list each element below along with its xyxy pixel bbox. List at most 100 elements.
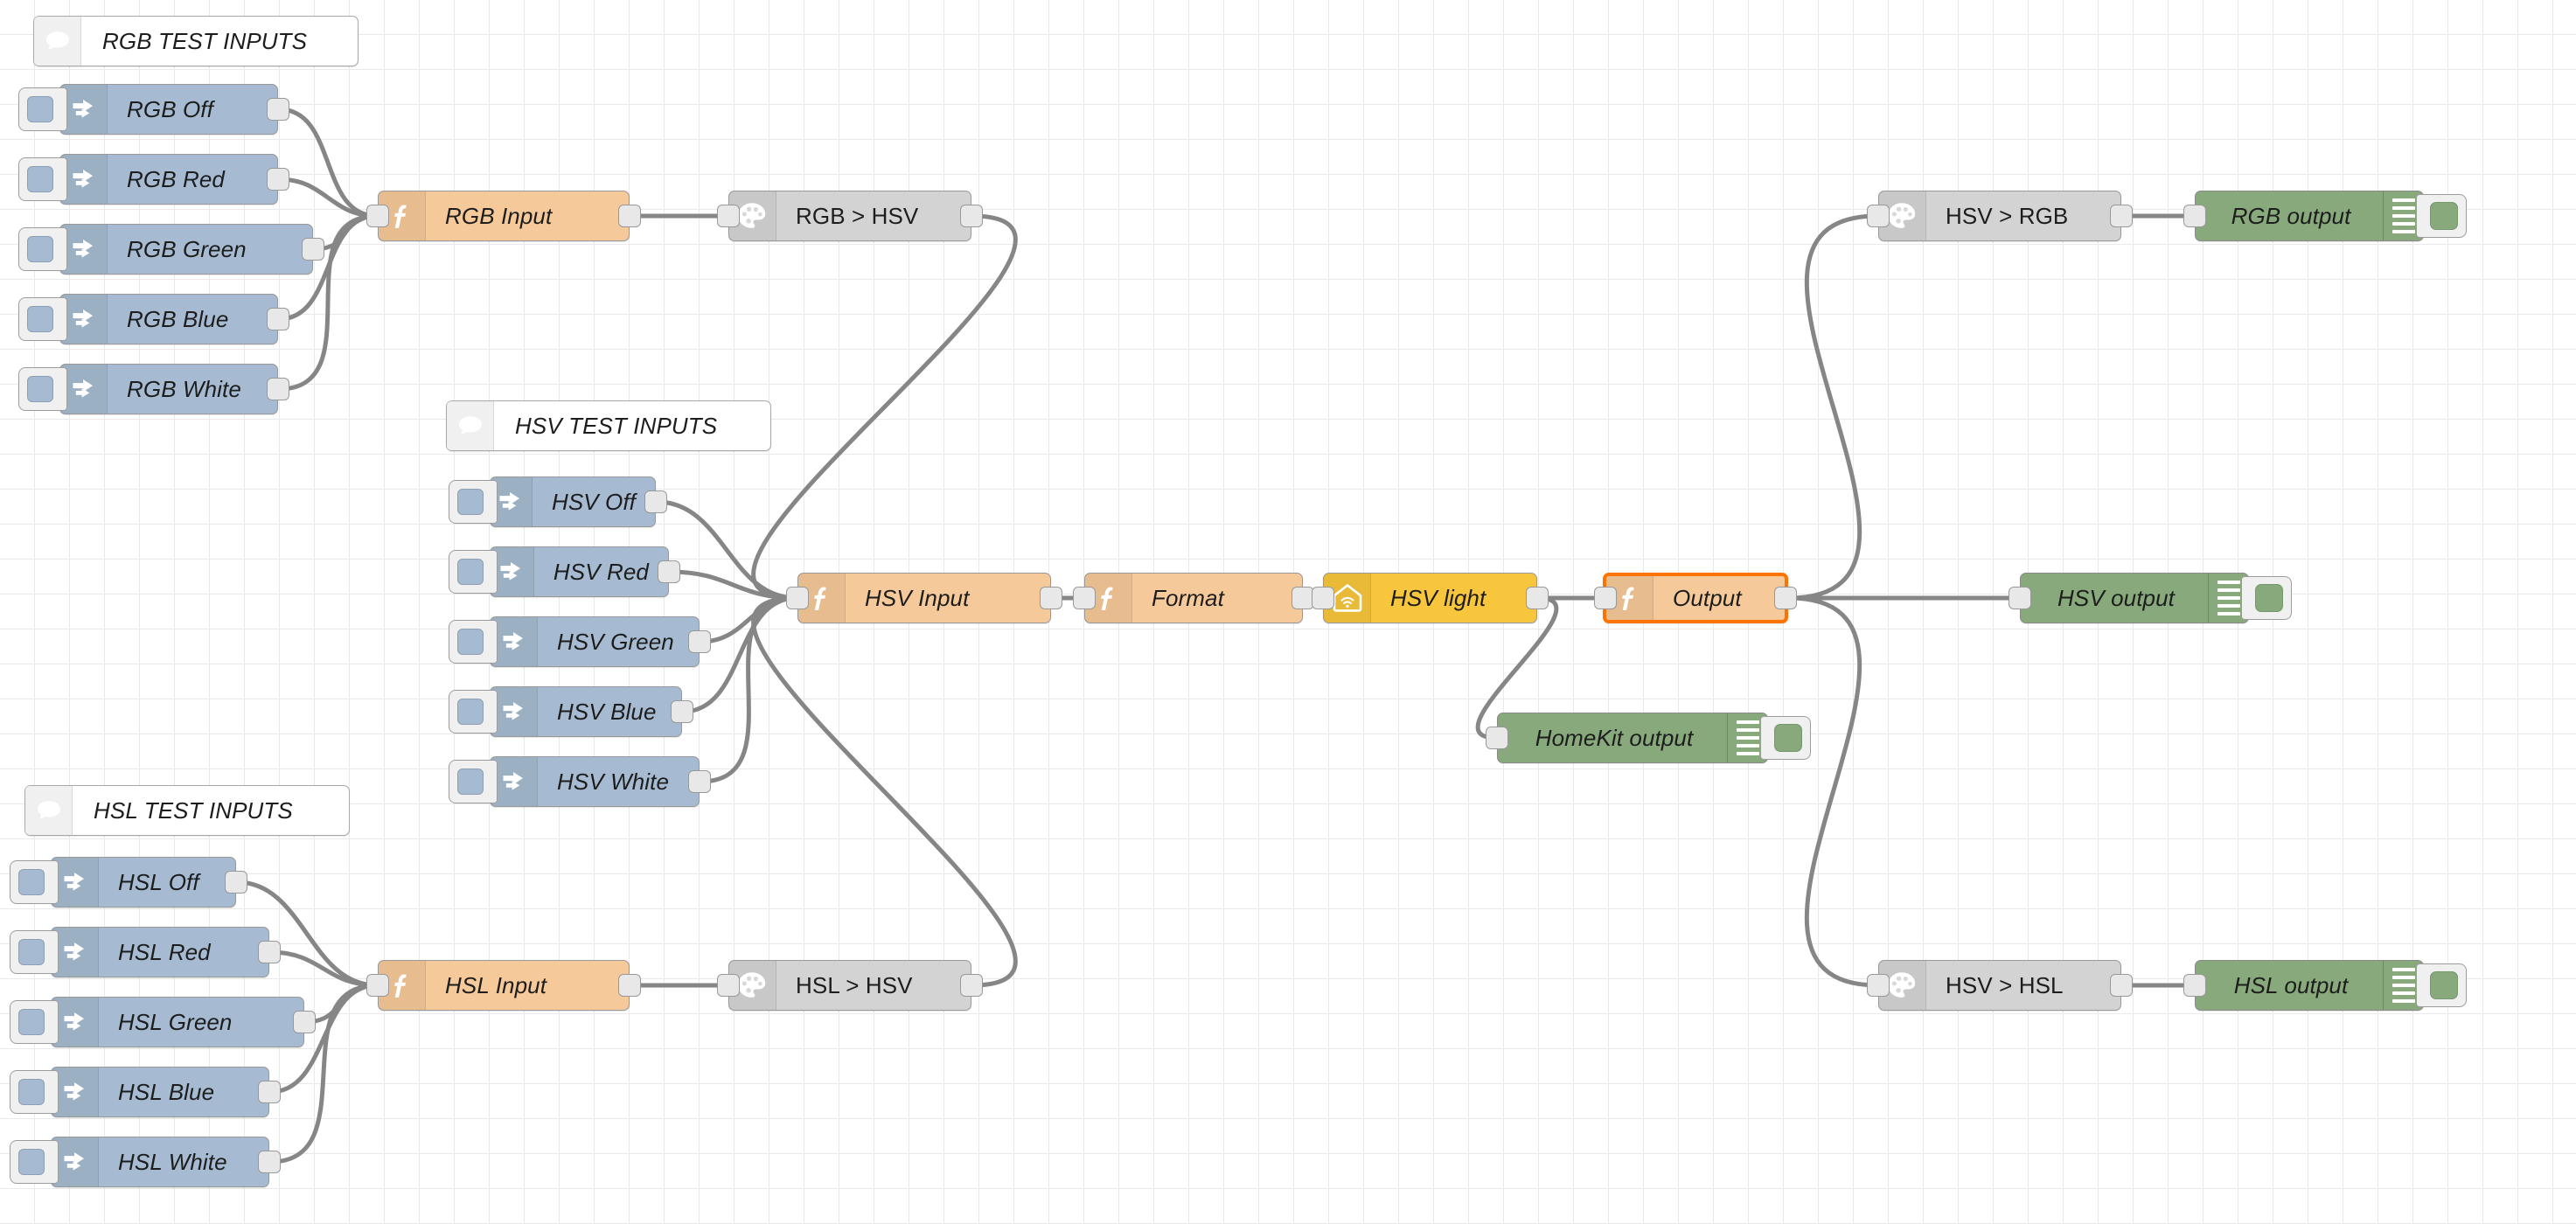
function-node-output[interactable]: Output [1594, 573, 1797, 623]
inject-button[interactable] [10, 1000, 59, 1044]
output-port[interactable] [267, 308, 289, 330]
function-node-hsv-input[interactable]: HSV Input [786, 573, 1062, 623]
inject-button[interactable] [18, 227, 67, 271]
inject-node-hsl-white[interactable]: HSL White [10, 1137, 281, 1187]
output-port[interactable] [1040, 587, 1062, 609]
wire[interactable] [1786, 213, 1880, 601]
input-port[interactable] [366, 205, 389, 227]
inject-button[interactable] [18, 157, 67, 201]
output-port[interactable] [1774, 587, 1797, 609]
wire[interactable] [276, 177, 379, 219]
convert-node-hsv-to-hsl[interactable]: HSV > HSL [1867, 960, 2133, 1011]
function-node-hsl-input[interactable]: HSL Input [366, 960, 641, 1011]
function-node-rgb-input[interactable]: RGB Input [366, 191, 641, 241]
inject-button[interactable] [10, 1140, 59, 1184]
inject-button[interactable] [10, 930, 59, 974]
wire[interactable] [680, 595, 799, 714]
input-port[interactable] [2183, 974, 2206, 997]
output-port[interactable] [267, 98, 289, 121]
inject-node-hsv-red[interactable]: HSV Red [449, 546, 680, 597]
inject-node-hsv-white[interactable]: HSV White [449, 756, 711, 807]
convert-node-rgb-to-hsv[interactable]: RGB > HSV [717, 191, 983, 241]
input-port[interactable] [786, 587, 809, 609]
output-port[interactable] [2110, 205, 2133, 227]
inject-button[interactable] [18, 87, 67, 131]
wire[interactable] [268, 949, 379, 988]
inject-button[interactable] [449, 550, 498, 594]
output-port[interactable] [258, 1081, 281, 1103]
debug-node-hsv-output[interactable]: HSV output [2009, 573, 2292, 623]
inject-node-hsv-green[interactable]: HSV Green [449, 616, 711, 667]
output-port[interactable] [302, 238, 324, 261]
input-port[interactable] [1867, 205, 1890, 227]
debug-toggle-button[interactable] [1760, 716, 1811, 760]
output-port[interactable] [267, 168, 289, 191]
wire[interactable] [276, 107, 379, 219]
wire[interactable] [654, 499, 799, 601]
output-port[interactable] [618, 205, 641, 227]
comment-node[interactable]: HSL TEST INPUTS [24, 785, 350, 836]
inject-node-rgb-white[interactable]: RGB White [18, 364, 289, 414]
convert-node-hsv-to-rgb[interactable]: HSV > RGB [1867, 191, 2133, 241]
inject-node-hsv-blue[interactable]: HSV Blue [449, 686, 693, 737]
wire[interactable] [698, 595, 799, 784]
debug-node-rgb-output[interactable]: RGB output [2183, 191, 2467, 241]
output-port[interactable] [225, 871, 247, 894]
inject-button[interactable] [18, 367, 67, 411]
wire[interactable] [751, 213, 1018, 601]
input-port[interactable] [1594, 587, 1617, 609]
output-port[interactable] [960, 205, 983, 227]
output-port[interactable] [644, 490, 667, 513]
inject-node-hsl-green[interactable]: HSL Green [10, 997, 316, 1047]
debug-node-hsl-output[interactable]: HSL output [2183, 960, 2467, 1011]
output-port[interactable] [258, 941, 281, 963]
debug-toggle-button[interactable] [2241, 576, 2292, 620]
output-port[interactable] [2110, 974, 2133, 997]
output-port[interactable] [960, 974, 983, 997]
input-port[interactable] [2009, 587, 2031, 609]
inject-node-hsl-red[interactable]: HSL Red [10, 927, 281, 977]
wire[interactable] [667, 569, 799, 601]
inject-node-rgb-red[interactable]: RGB Red [18, 154, 289, 205]
comment-node[interactable]: HSV TEST INPUTS [446, 400, 771, 451]
flow-canvas[interactable]: RGB TEST INPUTS HSV TEST INPUTS HSL TEST… [0, 0, 2576, 1224]
convert-node-hsl-to-hsv[interactable]: HSL > HSV [717, 960, 983, 1011]
output-port[interactable] [658, 560, 680, 583]
inject-node-hsv-off[interactable]: HSV Off [449, 476, 667, 527]
input-port[interactable] [2183, 205, 2206, 227]
debug-toggle-button[interactable] [2416, 963, 2467, 1007]
inject-button[interactable] [18, 297, 67, 341]
wire[interactable] [1786, 595, 1880, 988]
inject-node-rgb-off[interactable]: RGB Off [18, 84, 289, 135]
debug-toggle-button[interactable] [2416, 194, 2467, 238]
debug-node-homekit-output[interactable]: HomeKit output [1486, 713, 1811, 763]
inject-button[interactable] [449, 690, 498, 734]
output-port[interactable] [671, 700, 693, 723]
input-port[interactable] [1867, 974, 1890, 997]
input-port[interactable] [717, 205, 740, 227]
input-port[interactable] [1073, 587, 1096, 609]
inject-button[interactable] [449, 480, 498, 524]
input-port[interactable] [366, 974, 389, 997]
input-port[interactable] [717, 974, 740, 997]
inject-button[interactable] [449, 760, 498, 803]
inject-node-rgb-green[interactable]: RGB Green [18, 224, 324, 275]
inject-node-rgb-blue[interactable]: RGB Blue [18, 294, 289, 344]
wire[interactable] [751, 595, 1018, 988]
output-port[interactable] [258, 1151, 281, 1173]
wire[interactable] [698, 595, 799, 644]
inject-node-hsl-blue[interactable]: HSL Blue [10, 1067, 281, 1117]
input-port[interactable] [1486, 727, 1508, 749]
output-port[interactable] [267, 378, 289, 400]
output-port[interactable] [688, 630, 711, 653]
comment-node[interactable]: RGB TEST INPUTS [33, 16, 359, 66]
inject-button[interactable] [10, 1070, 59, 1114]
function-node-format[interactable]: Format [1073, 573, 1314, 623]
input-port[interactable] [1312, 587, 1334, 609]
inject-button[interactable] [10, 860, 59, 904]
inject-node-hsl-off[interactable]: HSL Off [10, 857, 247, 908]
output-port[interactable] [1526, 587, 1549, 609]
inject-button[interactable] [449, 620, 498, 664]
output-port[interactable] [618, 974, 641, 997]
output-port[interactable] [293, 1011, 316, 1033]
